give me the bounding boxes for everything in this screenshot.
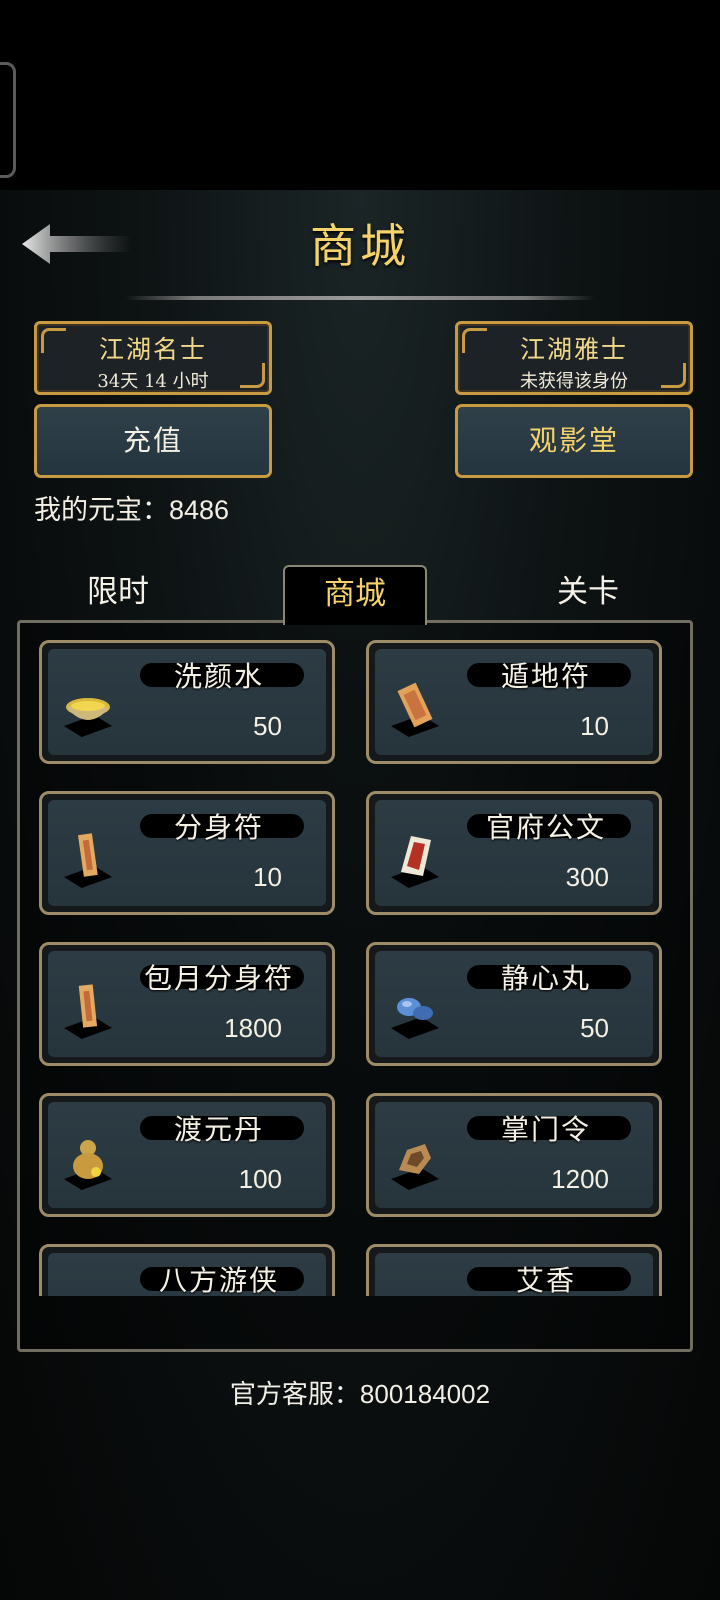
item-price: 100: [238, 1164, 282, 1194]
shop-item[interactable]: 分身符 10: [39, 791, 335, 915]
rank-card-next[interactable]: 江湖雅士 未获得该身份: [455, 321, 693, 395]
talisman-icon: [78, 833, 98, 877]
tab-stages[interactable]: 关卡: [518, 565, 658, 623]
item-name: 掌门令: [500, 1113, 591, 1146]
shop-item[interactable]: 官府公文 300: [366, 791, 662, 915]
rank-duration: 34天 14 小时: [97, 371, 209, 392]
document-icon: [401, 836, 431, 876]
item-name: 艾香: [515, 1264, 576, 1296]
title-divider: [125, 296, 595, 300]
shop-item[interactable]: 遁地符 10: [366, 640, 662, 764]
corner-ornament: [462, 328, 487, 353]
item-name: 遁地符: [500, 660, 591, 693]
item-name: 分身符: [173, 811, 264, 844]
item-price: 300: [565, 862, 609, 892]
item-price: 50: [580, 1013, 609, 1043]
incense-icon: [389, 1285, 441, 1296]
item-name: 静心丸: [500, 962, 591, 995]
item-price: 10: [253, 862, 282, 892]
rank-name: 江湖雅士: [519, 335, 628, 364]
item-price: 1200: [551, 1164, 609, 1194]
rank-status: 未获得该身份: [520, 371, 628, 392]
rank-card-current[interactable]: 江湖名士 34天 14 小时: [34, 321, 272, 395]
item-name: 渡元丹: [173, 1113, 264, 1146]
page-title: 商城: [310, 219, 410, 273]
pill-icon: [397, 998, 433, 1020]
gourd-icon: [73, 1140, 103, 1179]
token-icon: [399, 1144, 431, 1174]
shop-item[interactable]: 八方游侠: [39, 1244, 335, 1296]
item-price: 50: [253, 711, 282, 741]
bowl-icon: [66, 698, 110, 720]
shop-item[interactable]: 掌门令 1200: [366, 1093, 662, 1217]
corner-ornament: [240, 363, 265, 388]
corner-ornament: [661, 363, 686, 388]
shop-item[interactable]: 洗颜水 50: [39, 640, 335, 764]
item-name: 官府公文: [485, 811, 606, 844]
shop-item[interactable]: 渡元丹 100: [39, 1093, 335, 1217]
item-price: 10: [580, 711, 609, 741]
talisman-icon: [78, 984, 98, 1028]
item-name: 包月分身符: [143, 962, 294, 995]
edge-decoration: [0, 62, 16, 178]
item-name: 八方游侠: [158, 1264, 279, 1296]
recharge-button[interactable]: 充值: [34, 404, 272, 478]
theater-button[interactable]: 观影堂: [455, 404, 693, 478]
item-price: 1800: [224, 1013, 282, 1043]
customer-service-text: 官方客服：800184002: [229, 1379, 491, 1409]
figure-icon: [62, 1285, 114, 1296]
rank-name: 江湖名士: [98, 335, 207, 364]
shop-item[interactable]: 艾香: [366, 1244, 662, 1296]
shop-item[interactable]: 包月分身符 1800: [39, 942, 335, 1066]
item-name: 洗颜水: [173, 660, 264, 693]
item-grid[interactable]: 洗颜水 50 遁地符 10 分身符 10 官府公文 300 包月分身符 1800…: [20, 640, 670, 1296]
coin-label: 我的元宝：: [34, 495, 169, 526]
tab-shop[interactable]: 商城: [283, 565, 427, 625]
talisman-icon: [397, 682, 433, 728]
corner-ornament: [41, 328, 66, 353]
coin-value: 8486: [169, 495, 230, 525]
coin-balance: 我的元宝：8486: [34, 488, 229, 527]
tab-limited[interactable]: 限时: [48, 565, 188, 623]
shop-item[interactable]: 静心丸 50: [366, 942, 662, 1066]
